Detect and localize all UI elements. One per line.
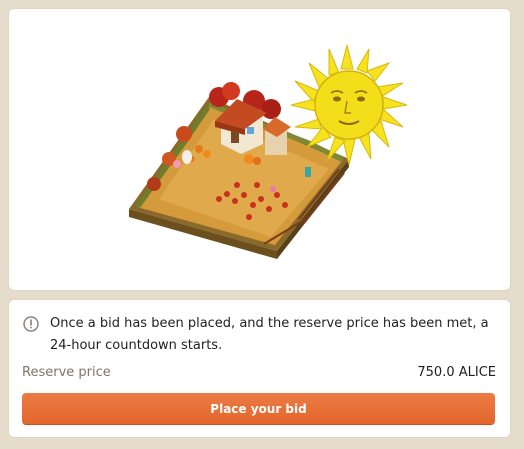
isometric-land-image bbox=[129, 44, 408, 259]
place-bid-button[interactable]: Place your bid bbox=[22, 393, 495, 424]
reserve-price-label: Reserve price bbox=[22, 364, 111, 380]
countdown-notice: Once a bid has been placed, and the rese… bbox=[23, 313, 493, 357]
notice-text: Once a bid has been placed, and the rese… bbox=[50, 316, 489, 353]
auction-info-card: Once a bid has been placed, and the rese… bbox=[8, 299, 511, 438]
reserve-price-value: 750.0 ALICE bbox=[417, 364, 496, 380]
land-preview-card bbox=[8, 8, 511, 291]
reserve-price-row: Reserve price 750.0 ALICE bbox=[22, 363, 496, 381]
info-circle-icon bbox=[23, 316, 39, 332]
